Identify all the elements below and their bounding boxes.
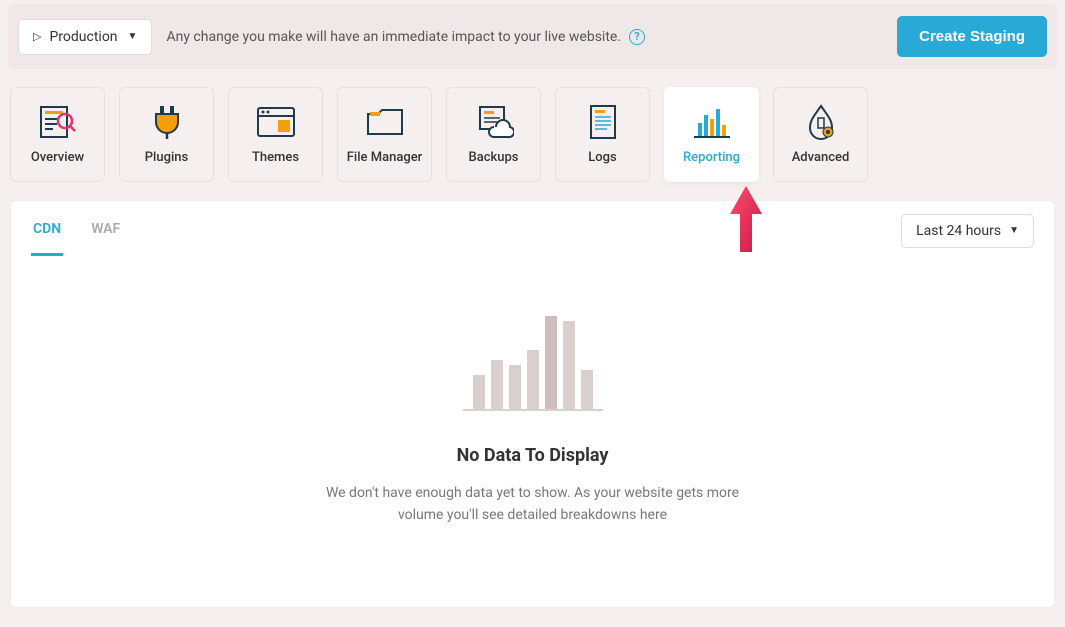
nav-label: Advanced — [792, 150, 850, 165]
create-staging-button[interactable]: Create Staging — [897, 16, 1047, 57]
nav-label: Plugins — [145, 150, 188, 165]
backups-icon — [474, 104, 514, 140]
environment-label: Production — [49, 29, 117, 45]
nav-label: Overview — [31, 150, 84, 165]
nav-label: Reporting — [683, 150, 740, 165]
nav-tiles: Overview Plugins Themes — [0, 69, 1065, 200]
tab-waf[interactable]: WAF — [89, 211, 122, 256]
nav-tile-advanced[interactable]: Advanced — [773, 87, 868, 182]
nav-tile-plugins[interactable]: Plugins — [119, 87, 214, 182]
empty-chart-icon — [463, 311, 603, 411]
top-bar: ▷ Production ▼ Any change you make will … — [8, 4, 1057, 69]
overview-icon — [38, 104, 78, 140]
empty-title: No Data To Display — [31, 445, 1034, 466]
sub-tabs: CDN WAF — [31, 211, 122, 256]
tab-cdn[interactable]: CDN — [31, 211, 63, 256]
environment-dropdown[interactable]: ▷ Production ▼ — [18, 19, 152, 55]
caret-down-icon: ▼ — [128, 31, 138, 42]
play-icon: ▷ — [33, 30, 41, 43]
nav-tile-themes[interactable]: Themes — [228, 87, 323, 182]
content-panel: CDN WAF Last 24 hours ▼ No Data To Displ… — [10, 200, 1055, 608]
nav-label: Backups — [468, 150, 518, 165]
notice-message: Any change you make will have an immedia… — [166, 29, 883, 45]
empty-description: We don't have enough data yet to show. A… — [313, 482, 753, 527]
reporting-icon — [692, 104, 732, 140]
time-range-dropdown[interactable]: Last 24 hours ▼ — [901, 214, 1034, 248]
help-icon[interactable]: ? — [629, 29, 645, 45]
caret-down-icon: ▼ — [1009, 225, 1019, 236]
nav-label: Logs — [588, 150, 616, 165]
nav-tile-backups[interactable]: Backups — [446, 87, 541, 182]
plugins-icon — [147, 104, 187, 140]
nav-tile-logs[interactable]: Logs — [555, 87, 650, 182]
nav-tile-overview[interactable]: Overview — [10, 87, 105, 182]
themes-icon — [256, 104, 296, 140]
nav-label: File Manager — [347, 150, 423, 165]
empty-state: No Data To Display We don't have enough … — [11, 256, 1054, 607]
time-range-label: Last 24 hours — [916, 223, 1001, 239]
file-manager-icon — [365, 104, 405, 140]
nav-tile-reporting[interactable]: Reporting — [664, 87, 759, 182]
notice-text: Any change you make will have an immedia… — [166, 29, 621, 45]
nav-label: Themes — [252, 150, 299, 165]
nav-tile-file-manager[interactable]: File Manager — [337, 87, 432, 182]
sub-tabs-row: CDN WAF Last 24 hours ▼ — [11, 201, 1054, 256]
logs-icon — [583, 104, 623, 140]
advanced-icon — [801, 104, 841, 140]
